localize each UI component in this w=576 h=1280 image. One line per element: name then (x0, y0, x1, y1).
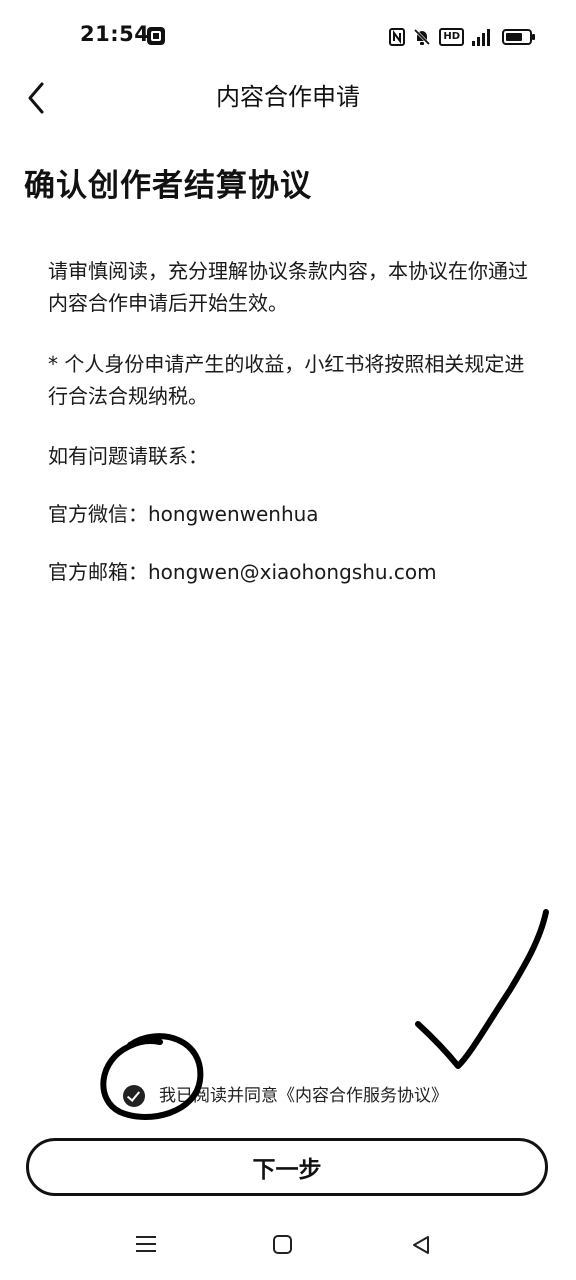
agreement-text: 我已阅读并同意 (159, 1086, 278, 1106)
agreement-row: 我已阅读并同意 《内容合作服务协议》 (123, 1082, 448, 1110)
status-time: 21:54 (80, 22, 150, 46)
agreement-intro-text: 请审慎阅读，充分理解协议条款内容，本协议在你通过内容合作申请后开始生效。 (48, 259, 528, 315)
status-bar: 21:54 HD (0, 0, 576, 72)
system-nav-bar (0, 1220, 576, 1270)
mute-icon (414, 28, 431, 46)
tax-notice-text: * 个人身份申请产生的收益，小红书将按照相关规定进行合法合规纳税。 (48, 352, 525, 408)
signal-icon (472, 28, 490, 46)
app-notification-icon (147, 27, 165, 45)
status-icons: HD (389, 24, 535, 50)
handwritten-check-mark (415, 909, 549, 1069)
agreement-heading: 确认创作者结算协议 (24, 168, 312, 204)
page-title: 内容合作申请 (216, 83, 360, 111)
battery-icon (502, 29, 535, 45)
home-icon[interactable] (273, 1235, 292, 1254)
nfc-icon (389, 28, 406, 46)
hd-icon: HD (439, 28, 464, 46)
back-triangle-icon[interactable] (410, 1234, 432, 1256)
official-email-text: 官方邮箱：hongwen@xiaohongshu.com (48, 560, 437, 584)
service-agreement-link[interactable]: 《内容合作服务协议》 (278, 1082, 448, 1110)
menu-icon[interactable] (136, 1234, 156, 1254)
next-step-button[interactable]: 下一步 (26, 1138, 548, 1196)
official-wechat-text: 官方微信：hongwenwenhua (48, 502, 319, 526)
contact-intro-text: 如有问题请联系： (48, 444, 208, 468)
agreement-checkbox[interactable] (123, 1085, 145, 1107)
